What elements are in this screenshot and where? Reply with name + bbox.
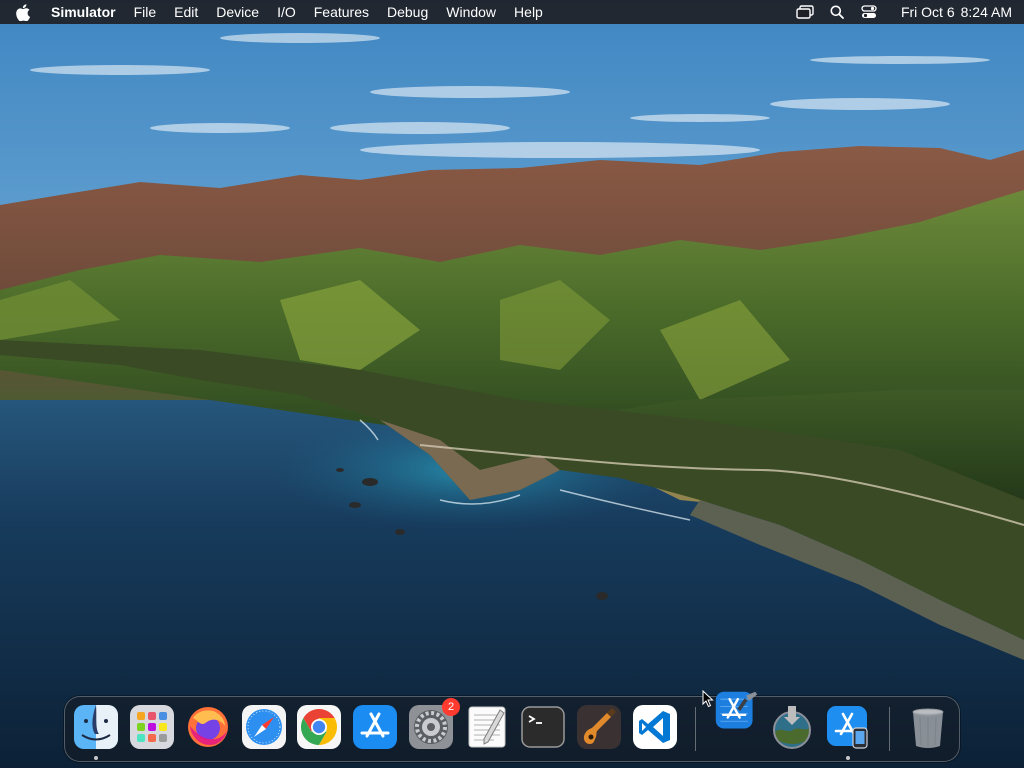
textedit-icon (468, 706, 506, 748)
simulator-icon (827, 706, 868, 749)
running-indicator (94, 756, 98, 760)
menu-edit[interactable]: Edit (165, 0, 207, 24)
control-center-icon[interactable] (859, 4, 879, 20)
dock-app-store[interactable] (352, 704, 398, 750)
dock-launchpad[interactable] (129, 704, 175, 750)
screen-mirroring-icon[interactable] (795, 4, 815, 20)
finder-icon (74, 705, 118, 749)
dock-separator (889, 707, 890, 751)
dock-trash[interactable] (905, 704, 951, 750)
terminal-icon (521, 706, 565, 748)
menu-bar: Simulator File Edit Device I/O Features … (0, 0, 1024, 24)
macos-installer-icon (773, 706, 811, 749)
dock-vscode[interactable] (632, 704, 678, 750)
dock-textedit[interactable] (464, 704, 510, 750)
dock: 2 (64, 691, 960, 762)
menu-bar-clock[interactable]: Fri Oct 6 8:24 AM (895, 4, 1012, 20)
running-indicator (846, 756, 850, 760)
menu-debug[interactable]: Debug (378, 0, 437, 24)
menu-bar-right: Fri Oct 6 8:24 AM (789, 0, 1012, 24)
desktop-wallpaper (0, 0, 1024, 768)
dock-terminal[interactable] (520, 704, 566, 750)
app-store-icon (353, 705, 397, 749)
menu-io[interactable]: I/O (268, 0, 305, 24)
menu-help[interactable]: Help (505, 0, 552, 24)
dock-xcode[interactable] (713, 689, 759, 735)
xcode-icon (715, 691, 758, 729)
clock-date: Fri Oct 6 (900, 4, 955, 20)
launchpad-icon (130, 705, 174, 749)
dock-firefox[interactable] (185, 704, 231, 750)
spotlight-search-icon[interactable] (827, 4, 847, 20)
trash-icon (912, 708, 944, 748)
dock-garageband[interactable] (576, 704, 622, 750)
mouse-pointer-icon (702, 690, 714, 708)
dock-system-settings[interactable]: 2 (408, 698, 460, 750)
vscode-icon (633, 705, 677, 749)
dock-macos-installer[interactable] (769, 704, 815, 750)
dock-simulator[interactable] (825, 704, 871, 760)
dock-safari[interactable] (241, 704, 287, 750)
clock-time: 8:24 AM (960, 4, 1012, 20)
dock-finder[interactable] (73, 704, 119, 760)
menu-file[interactable]: File (125, 0, 166, 24)
chrome-icon (297, 705, 341, 749)
menu-device[interactable]: Device (207, 0, 268, 24)
menu-window[interactable]: Window (437, 0, 505, 24)
notification-badge: 2 (442, 698, 460, 716)
menu-bar-left: Simulator File Edit Device I/O Features … (16, 0, 789, 24)
safari-icon (242, 705, 286, 749)
dock-chrome[interactable] (296, 704, 342, 750)
dock-separator (695, 707, 696, 751)
menu-features[interactable]: Features (305, 0, 378, 24)
garageband-icon (577, 705, 621, 749)
app-menu-simulator[interactable]: Simulator (42, 0, 125, 24)
apple-menu-icon[interactable] (16, 3, 32, 21)
firefox-icon (188, 707, 228, 747)
